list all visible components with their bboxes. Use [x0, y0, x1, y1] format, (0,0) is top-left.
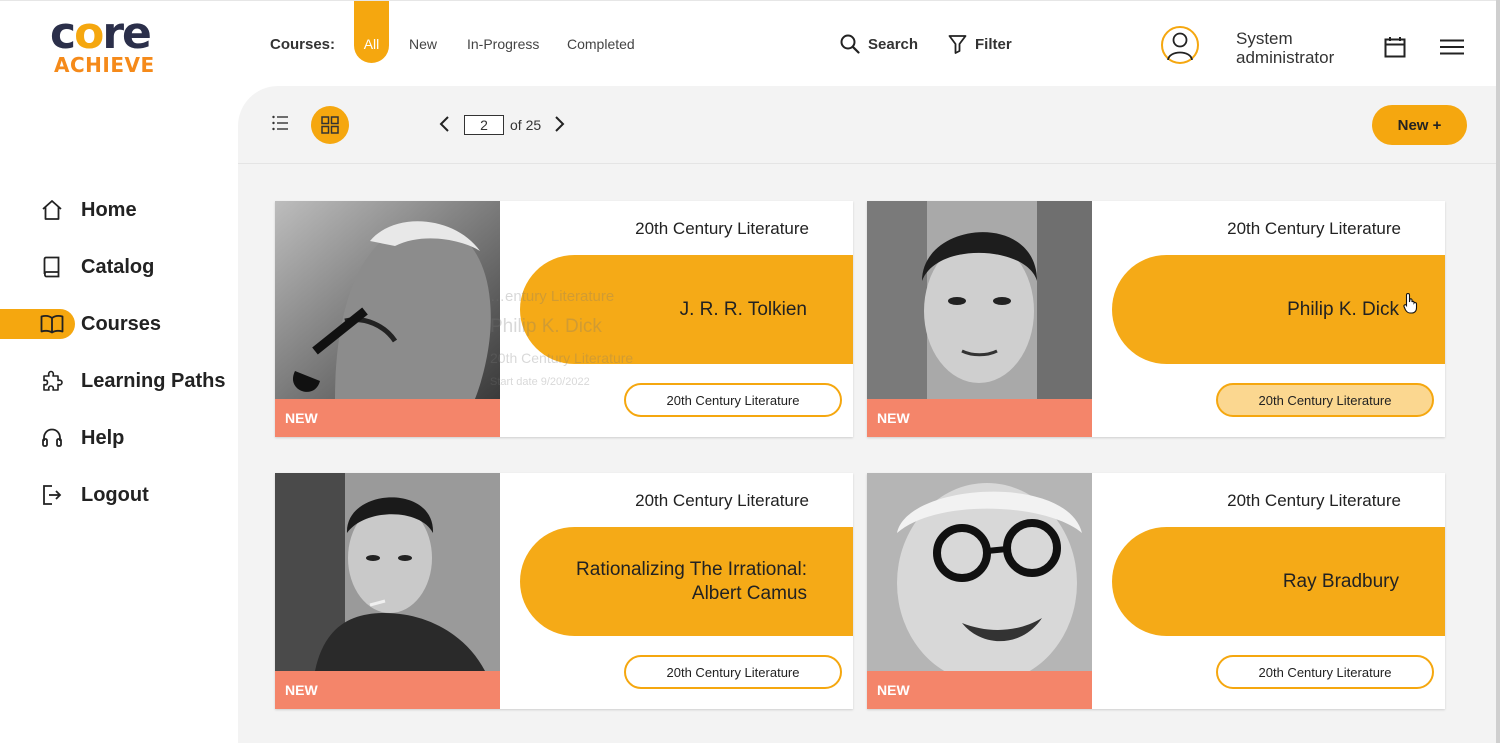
- list-view-icon[interactable]: [272, 115, 288, 136]
- sidebar-item-courses[interactable]: Courses: [0, 308, 238, 340]
- sidebar-item-label: Learning Paths: [81, 369, 226, 392]
- search-button[interactable]: Search: [840, 34, 918, 54]
- user-name[interactable]: System administrator: [1236, 29, 1334, 67]
- book-icon: [40, 255, 64, 279]
- tab-in-progress[interactable]: In-Progress: [467, 36, 539, 52]
- sidebar-item-label: Logout: [81, 483, 149, 506]
- card-category: 20th Century Literature: [635, 219, 809, 238]
- card-title: Rationalizing The Irrational: Albert Cam…: [520, 527, 853, 636]
- sidebar-item-catalog[interactable]: Catalog: [0, 251, 238, 283]
- list-toolbar: 2 of 25 New +: [238, 86, 1500, 164]
- filter-button[interactable]: Filter: [948, 34, 1012, 54]
- courses-filter-label: Courses:: [270, 36, 336, 53]
- card-title-text: Rationalizing The Irrational: Albert Cam…: [576, 558, 807, 604]
- search-label: Search: [868, 35, 919, 53]
- core-achieve-logo[interactable]: core ACHIEVE: [50, 8, 175, 77]
- page-number-input[interactable]: 2: [464, 115, 504, 135]
- card-category: 20th Century Literature: [1227, 219, 1401, 238]
- category-tag[interactable]: 20th Century Literature: [624, 655, 842, 689]
- course-photo: [867, 201, 1092, 399]
- course-card[interactable]: NEW 20th Century Literature J. R. R. Tol…: [275, 201, 853, 437]
- sidebar-item-label: Courses: [81, 312, 162, 335]
- new-badge: NEW: [867, 671, 1092, 709]
- category-tag[interactable]: 20th Century Literature: [624, 383, 842, 417]
- puzzle-icon: [40, 369, 64, 393]
- tab-new[interactable]: New: [409, 36, 437, 52]
- hamburger-menu-icon[interactable]: [1440, 39, 1464, 60]
- card-title: Philip K. Dick: [1112, 255, 1445, 364]
- sidebar-item-label: Catalog: [81, 255, 155, 278]
- new-badge: NEW: [867, 399, 1092, 437]
- sidebar-item-label: Help: [81, 426, 125, 449]
- card-category: 20th Century Literature: [1227, 491, 1401, 510]
- page-scrollbar[interactable]: [1496, 0, 1500, 743]
- logo-wordmark: core: [50, 8, 152, 59]
- user-avatar[interactable]: [1161, 26, 1199, 64]
- chevron-right-icon[interactable]: [552, 115, 566, 138]
- course-photo: [275, 201, 500, 399]
- sidebar-item-label: Home: [81, 198, 137, 221]
- home-icon: [40, 198, 64, 222]
- sidebar-item-learning-paths[interactable]: Learning Paths: [0, 365, 238, 397]
- category-tag[interactable]: 20th Century Literature: [1216, 383, 1434, 417]
- calendar-icon[interactable]: [1384, 36, 1406, 63]
- card-category: 20th Century Literature: [635, 491, 809, 510]
- new-badge: NEW: [275, 399, 500, 437]
- card-title-text: Ray Bradbury: [1282, 570, 1399, 592]
- search-icon: [840, 34, 860, 54]
- filter-label: Filter: [975, 35, 1012, 53]
- course-card[interactable]: NEW 20th Century Literature Philip K. Di…: [867, 201, 1445, 437]
- course-card[interactable]: NEW 20th Century Literature Rationalizin…: [275, 473, 853, 709]
- headset-icon: [40, 426, 64, 450]
- card-title: Ray Bradbury: [1112, 527, 1445, 636]
- grid-view-button[interactable]: [311, 106, 349, 144]
- new-course-button[interactable]: New +: [1372, 105, 1467, 145]
- user-name-line2: administrator: [1236, 48, 1335, 67]
- sidebar: Home Catalog Courses Learning Paths Help…: [0, 86, 238, 743]
- funnel-icon: [948, 35, 967, 54]
- sidebar-item-home[interactable]: Home: [0, 194, 238, 226]
- hand-cursor-icon: [1403, 292, 1419, 319]
- page-count: of 25: [510, 117, 542, 133]
- user-name-line1: System: [1236, 29, 1293, 48]
- new-badge: NEW: [275, 671, 500, 709]
- open-book-icon: [40, 312, 64, 336]
- course-photo: [275, 473, 500, 671]
- tab-all-label: All: [363, 36, 380, 52]
- course-photo: [867, 473, 1092, 671]
- sidebar-item-help[interactable]: Help: [0, 422, 238, 454]
- course-card[interactable]: NEW 20th Century Literature Ray Bradbury…: [867, 473, 1445, 709]
- tab-completed[interactable]: Completed: [567, 36, 635, 52]
- logo-subtitle: ACHIEVE: [54, 53, 155, 77]
- card-title-text: J. R. R. Tolkien: [679, 298, 807, 320]
- tab-all[interactable]: All: [354, 1, 389, 63]
- category-tag[interactable]: 20th Century Literature: [1216, 655, 1434, 689]
- grid-icon: [321, 116, 339, 134]
- user-icon: [1167, 32, 1193, 60]
- card-title-text: Philip K. Dick: [1287, 298, 1399, 320]
- sidebar-item-logout[interactable]: Logout: [0, 479, 238, 511]
- logout-icon: [40, 483, 64, 507]
- top-bar: core ACHIEVE Courses: All New In-Progres…: [0, 0, 1500, 86]
- card-title: J. R. R. Tolkien: [520, 255, 853, 364]
- chevron-left-icon[interactable]: [438, 115, 452, 138]
